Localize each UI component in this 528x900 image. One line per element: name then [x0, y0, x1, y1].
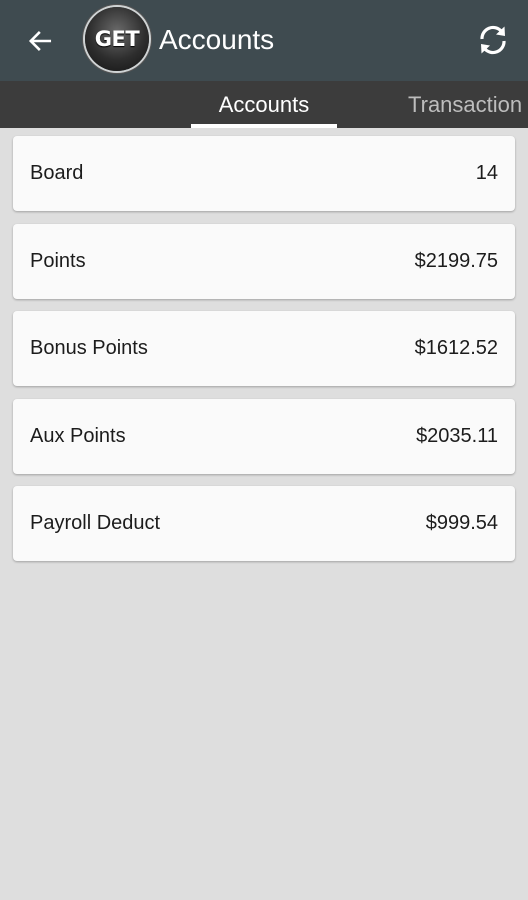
account-card-payroll-deduct[interactable]: Payroll Deduct $999.54 [13, 486, 515, 561]
logo-text: GET [94, 27, 140, 51]
refresh-button[interactable] [471, 18, 515, 62]
tab-bar: Accounts Transaction [0, 81, 528, 128]
app-logo: GET [85, 7, 149, 71]
accounts-list: Board 14 Points $2199.75 Bonus Points $1… [13, 136, 515, 574]
account-label: Bonus Points [30, 337, 148, 359]
account-value: $999.54 [425, 512, 498, 534]
account-label: Board [30, 162, 84, 184]
account-card-points[interactable]: Points $2199.75 [13, 223, 515, 299]
account-label: Aux Points [30, 424, 126, 447]
arrow-left-icon [28, 31, 52, 51]
account-value: $2199.75 [414, 249, 498, 272]
account-card-board[interactable]: Board 14 [13, 136, 515, 211]
refresh-icon [480, 25, 506, 55]
tab-label: Accounts [218, 92, 310, 117]
account-label: Payroll Deduct [30, 512, 161, 534]
page-title: Accounts [159, 24, 275, 55]
account-card-bonus-points[interactable]: Bonus Points $1612.52 [13, 311, 515, 386]
account-value: $1612.52 [414, 337, 498, 359]
account-value: $2035.11 [416, 424, 498, 447]
tab-label: Transaction [408, 92, 523, 117]
account-card-aux-points[interactable]: Aux Points $2035.11 [13, 398, 515, 474]
tab-accounts[interactable]: Accounts [191, 81, 337, 128]
tab-selected-indicator [191, 124, 337, 128]
account-label: Points [30, 249, 86, 272]
account-value: 14 [475, 162, 498, 184]
tab-transactions[interactable]: Transaction [408, 81, 522, 128]
app-bar: GET Accounts [0, 0, 528, 81]
back-button[interactable] [20, 21, 60, 61]
